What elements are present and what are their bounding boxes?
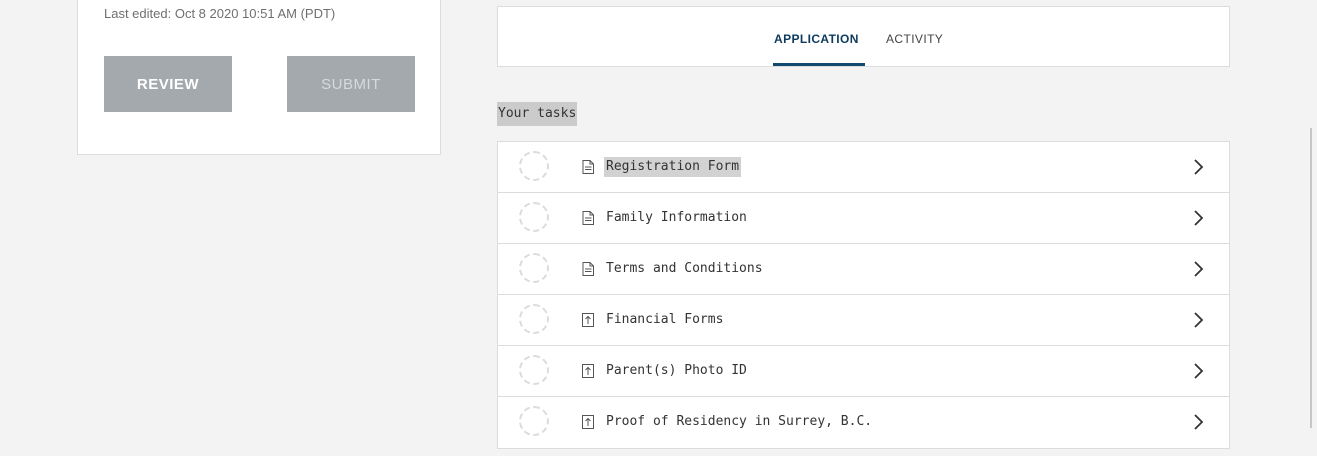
status-circle-icon xyxy=(519,355,549,385)
task-label: Financial Forms xyxy=(606,312,724,327)
chevron-right-icon xyxy=(1194,312,1204,328)
page: Last edited: Oct 8 2020 10:51 AM (PDT) R… xyxy=(0,0,1317,456)
task-label: Family Information xyxy=(606,210,747,225)
review-button[interactable]: REVIEW xyxy=(104,56,232,112)
status-circle-icon xyxy=(519,304,549,334)
task-row-parent-photo-id[interactable]: Parent(s) Photo ID xyxy=(498,346,1229,397)
chevron-right-icon xyxy=(1194,414,1204,430)
last-edited-text: Last edited: Oct 8 2020 10:51 AM (PDT) xyxy=(104,6,336,21)
status-circle-icon xyxy=(519,406,549,436)
active-tab-indicator xyxy=(773,63,865,66)
document-icon xyxy=(582,262,594,276)
status-circle-icon xyxy=(519,253,549,283)
task-row-proof-of-residency[interactable]: Proof of Residency in Surrey, B.C. xyxy=(498,397,1229,448)
application-summary-card: Last edited: Oct 8 2020 10:51 AM (PDT) R… xyxy=(77,0,441,155)
chevron-right-icon xyxy=(1194,363,1204,379)
task-row-financial-forms[interactable]: Financial Forms xyxy=(498,295,1229,346)
tasks-heading: Your tasks xyxy=(497,102,578,126)
upload-icon xyxy=(582,415,594,429)
document-icon xyxy=(582,211,594,225)
tabs-bar: APPLICATION ACTIVITY xyxy=(497,6,1230,67)
upload-icon xyxy=(582,364,594,378)
tab-activity[interactable]: ACTIVITY xyxy=(886,32,943,46)
task-label: Registration Form xyxy=(604,157,742,177)
chevron-right-icon xyxy=(1194,261,1204,277)
chevron-right-icon xyxy=(1194,210,1204,226)
status-circle-icon xyxy=(519,151,549,181)
task-label: Terms and Conditions xyxy=(606,261,763,276)
task-row-family-information[interactable]: Family Information xyxy=(498,193,1229,244)
tab-application[interactable]: APPLICATION xyxy=(774,32,859,46)
status-circle-icon xyxy=(519,202,549,232)
task-label: Parent(s) Photo ID xyxy=(606,363,747,378)
scrollbar[interactable] xyxy=(1310,128,1312,428)
submit-button[interactable]: SUBMIT xyxy=(287,56,415,112)
task-row-registration-form[interactable]: Registration Form xyxy=(498,142,1229,193)
task-list: Registration Form Family Information Ter… xyxy=(497,141,1230,449)
task-row-terms-and-conditions[interactable]: Terms and Conditions xyxy=(498,244,1229,295)
document-icon xyxy=(582,160,594,174)
upload-icon xyxy=(582,313,594,327)
chevron-right-icon xyxy=(1194,159,1204,175)
task-label: Proof of Residency in Surrey, B.C. xyxy=(606,414,873,429)
